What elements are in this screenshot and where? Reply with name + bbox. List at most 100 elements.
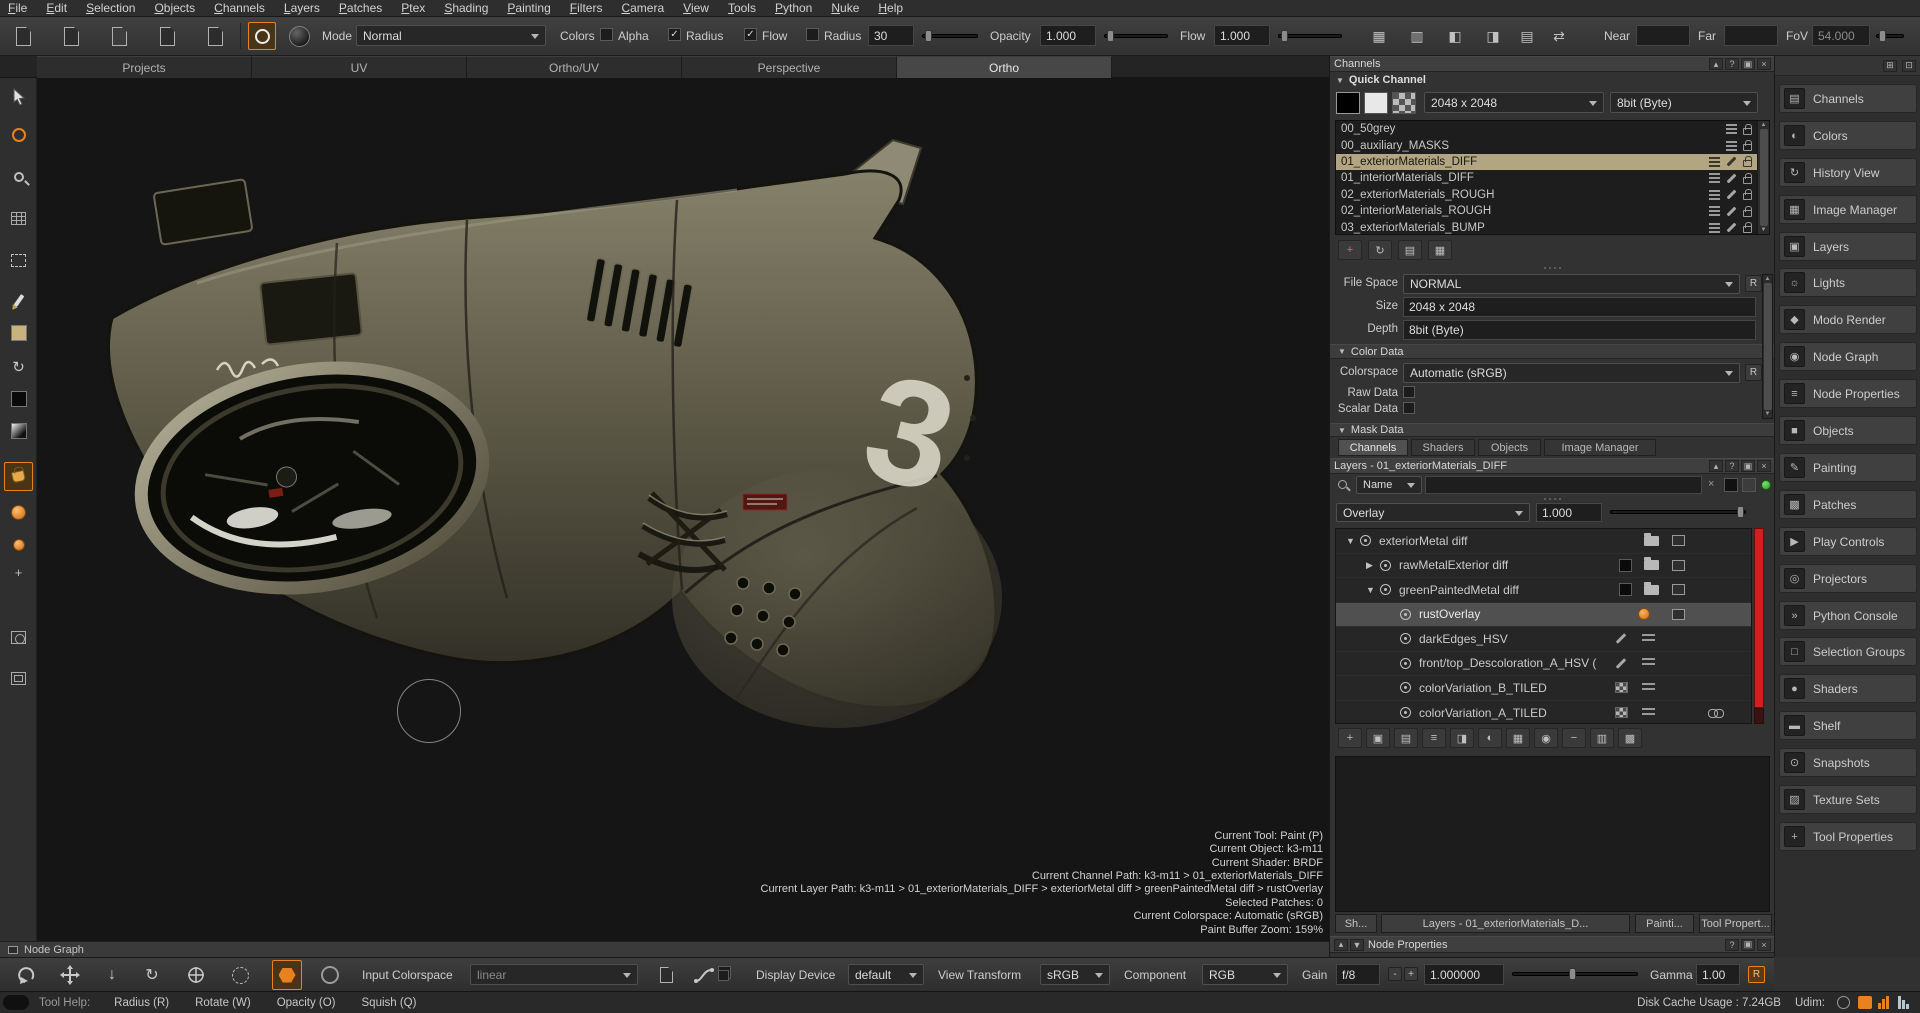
flow-field[interactable]: 1.000 (1214, 25, 1270, 46)
visibility-eye-icon[interactable] (1400, 658, 1411, 669)
quick-channel-depth-dropdown[interactable]: 8bit (Byte) (1610, 92, 1758, 113)
panel-tab-shaders[interactable]: Shaders (1411, 439, 1475, 456)
uv-grid-tool-icon[interactable] (6, 206, 31, 231)
bottom-tab-tool-properties[interactable]: Tool Propert... (1699, 914, 1772, 933)
quick-channel-swatch-black[interactable] (1336, 92, 1360, 114)
swap-axes-icon[interactable]: ⇄ (1546, 24, 1572, 49)
scalar-data-checkbox[interactable] (1403, 402, 1415, 414)
sidebar-item-painting[interactable]: ✎Painting (1779, 453, 1917, 482)
menu-file[interactable]: File (8, 0, 27, 16)
sidebar-item-modo-render[interactable]: ◆Modo Render (1779, 305, 1917, 334)
paint-target-icon[interactable] (248, 22, 276, 50)
far-field[interactable] (1724, 25, 1778, 46)
uv-view-icon[interactable]: ▦ (1366, 24, 1392, 49)
bottom-tab-painting[interactable]: Painti... (1635, 914, 1694, 933)
sidebar-item-python-console[interactable]: »Python Console (1779, 601, 1917, 630)
sidebar-item-selection-groups[interactable]: □Selection Groups (1779, 637, 1917, 666)
radius-link-checkbox[interactable] (806, 28, 819, 41)
channel-row[interactable]: 00_auxiliary_MASKS (1336, 137, 1769, 153)
menu-patches[interactable]: Patches (339, 0, 382, 16)
menu-selection[interactable]: Selection (86, 0, 135, 16)
filter-swatch-gray[interactable] (1742, 478, 1756, 492)
help-icon[interactable]: ? (1725, 939, 1739, 951)
paint-buffer-icon[interactable] (1858, 996, 1872, 1009)
channel-list-scrollbar[interactable]: ▲ ▼ (1757, 121, 1769, 234)
panel-tab-image-manager[interactable]: Image Manager (1544, 439, 1656, 456)
detach-icon[interactable]: ▣ (1741, 58, 1755, 70)
save-project-icon[interactable] (106, 24, 132, 49)
menu-edit[interactable]: Edit (46, 0, 67, 16)
visibility-eye-icon[interactable] (1400, 682, 1411, 693)
rotate-view-icon[interactable]: ↻ (140, 964, 164, 986)
visibility-eye-icon[interactable] (1400, 707, 1411, 718)
tree-open-icon[interactable]: ▼ (1346, 536, 1360, 546)
near-field[interactable] (1636, 25, 1690, 46)
help-icon[interactable]: ? (1725, 58, 1739, 70)
sidebar-item-tool-properties[interactable]: +Tool Properties (1779, 822, 1917, 851)
visibility-eye-icon[interactable] (1380, 584, 1391, 595)
input-colorspace-dropdown[interactable]: linear (470, 964, 638, 985)
panel-tab-channels[interactable]: Channels (1338, 439, 1408, 456)
sidebar-item-node-properties[interactable]: ≡Node Properties (1779, 379, 1917, 408)
node-graph-bar[interactable]: Node Graph (0, 941, 1329, 957)
display-device-dropdown[interactable]: default (848, 964, 924, 985)
grid-layout-icon[interactable]: ⊞ (1883, 60, 1897, 72)
file-space-reset-button[interactable]: R (1745, 275, 1762, 292)
channel-row[interactable]: 00_50grey (1336, 121, 1769, 137)
close-icon[interactable]: × (1757, 460, 1771, 472)
collapse-icon[interactable]: ▴ (1334, 939, 1348, 951)
detach-icon[interactable]: ▣ (1741, 460, 1755, 472)
lock-icon[interactable] (1743, 160, 1752, 167)
paint-brush-tool-icon[interactable] (6, 288, 31, 313)
visibility-eye-icon[interactable] (1380, 560, 1391, 571)
filter-type-dropdown[interactable]: Name (1356, 476, 1422, 494)
mirror-h-icon[interactable]: ◧ (1442, 24, 1468, 49)
menu-objects[interactable]: Objects (154, 0, 195, 16)
quick-channel-swatch-checker[interactable] (1392, 92, 1416, 114)
detach-icon[interactable]: ▣ (1741, 939, 1755, 951)
open-project-icon[interactable] (58, 24, 84, 49)
clear-filter-icon[interactable]: × (1708, 478, 1714, 490)
close-icon[interactable]: × (1757, 939, 1771, 951)
layer-row[interactable]: front/top_Descoloration_A_HSV ( (1336, 652, 1751, 677)
undo-view-icon[interactable] (14, 964, 38, 986)
merge-layers-icon[interactable]: ≡ (1422, 728, 1446, 748)
blur-tool-icon[interactable] (6, 500, 31, 525)
blend-amount-slider[interactable] (1610, 510, 1746, 514)
menu-ptex[interactable]: Ptex (401, 0, 425, 16)
alpha-checkbox[interactable] (600, 28, 613, 41)
sync-channel-icon[interactable]: ↻ (1368, 240, 1392, 260)
transform-tool-icon[interactable] (6, 122, 31, 147)
channel-row[interactable]: 02_exteriorMaterials_ROUGH (1336, 187, 1769, 203)
scrollbar-thumb[interactable] (1764, 283, 1772, 410)
tab-ortho[interactable]: Ortho (897, 56, 1112, 78)
menu-layers[interactable]: Layers (284, 0, 320, 16)
gain-slider[interactable] (1512, 972, 1638, 976)
fov-slider[interactable] (1876, 34, 1904, 38)
help-icon[interactable]: ? (1725, 460, 1739, 472)
tree-open-icon[interactable]: ▼ (1366, 585, 1380, 595)
pan-down-icon[interactable]: ↓ (100, 964, 124, 986)
gain-field[interactable]: f/8 (1336, 964, 1380, 985)
scroll-up-icon[interactable]: ▲ (1765, 276, 1771, 282)
scroll-down-icon[interactable]: ▼ (1765, 411, 1771, 417)
layer-row[interactable]: colorVariation_B_TILED (1336, 676, 1751, 701)
sidebar-item-channels[interactable]: ▤Channels (1779, 84, 1917, 113)
gradient-swatch[interactable] (6, 418, 31, 443)
scroll-down-icon[interactable]: ▼ (1761, 227, 1767, 233)
raw-data-checkbox[interactable] (1403, 386, 1415, 398)
paint-mode-dropdown[interactable]: Normal (356, 25, 546, 46)
flow-pressure-checkbox[interactable] (744, 28, 757, 41)
lock-icon[interactable] (1743, 144, 1752, 151)
add-adjustment-icon[interactable]: ◐ (1478, 728, 1502, 748)
visibility-eye-icon[interactable] (1360, 535, 1371, 546)
layer-row[interactable]: ▼ greenPaintedMetal diff (1336, 578, 1751, 603)
menu-python[interactable]: Python (775, 0, 812, 16)
opacity-slider[interactable] (1104, 34, 1168, 38)
menu-view[interactable]: View (683, 0, 709, 16)
clone-tool-icon[interactable] (6, 532, 31, 557)
panel-splitter[interactable] (1330, 265, 1775, 271)
fov-field[interactable]: 54.000 (1812, 25, 1870, 46)
channel-row[interactable]: 02_interiorMaterials_ROUGH (1336, 203, 1769, 219)
sidebar-item-lights[interactable]: ☼Lights (1779, 268, 1917, 297)
